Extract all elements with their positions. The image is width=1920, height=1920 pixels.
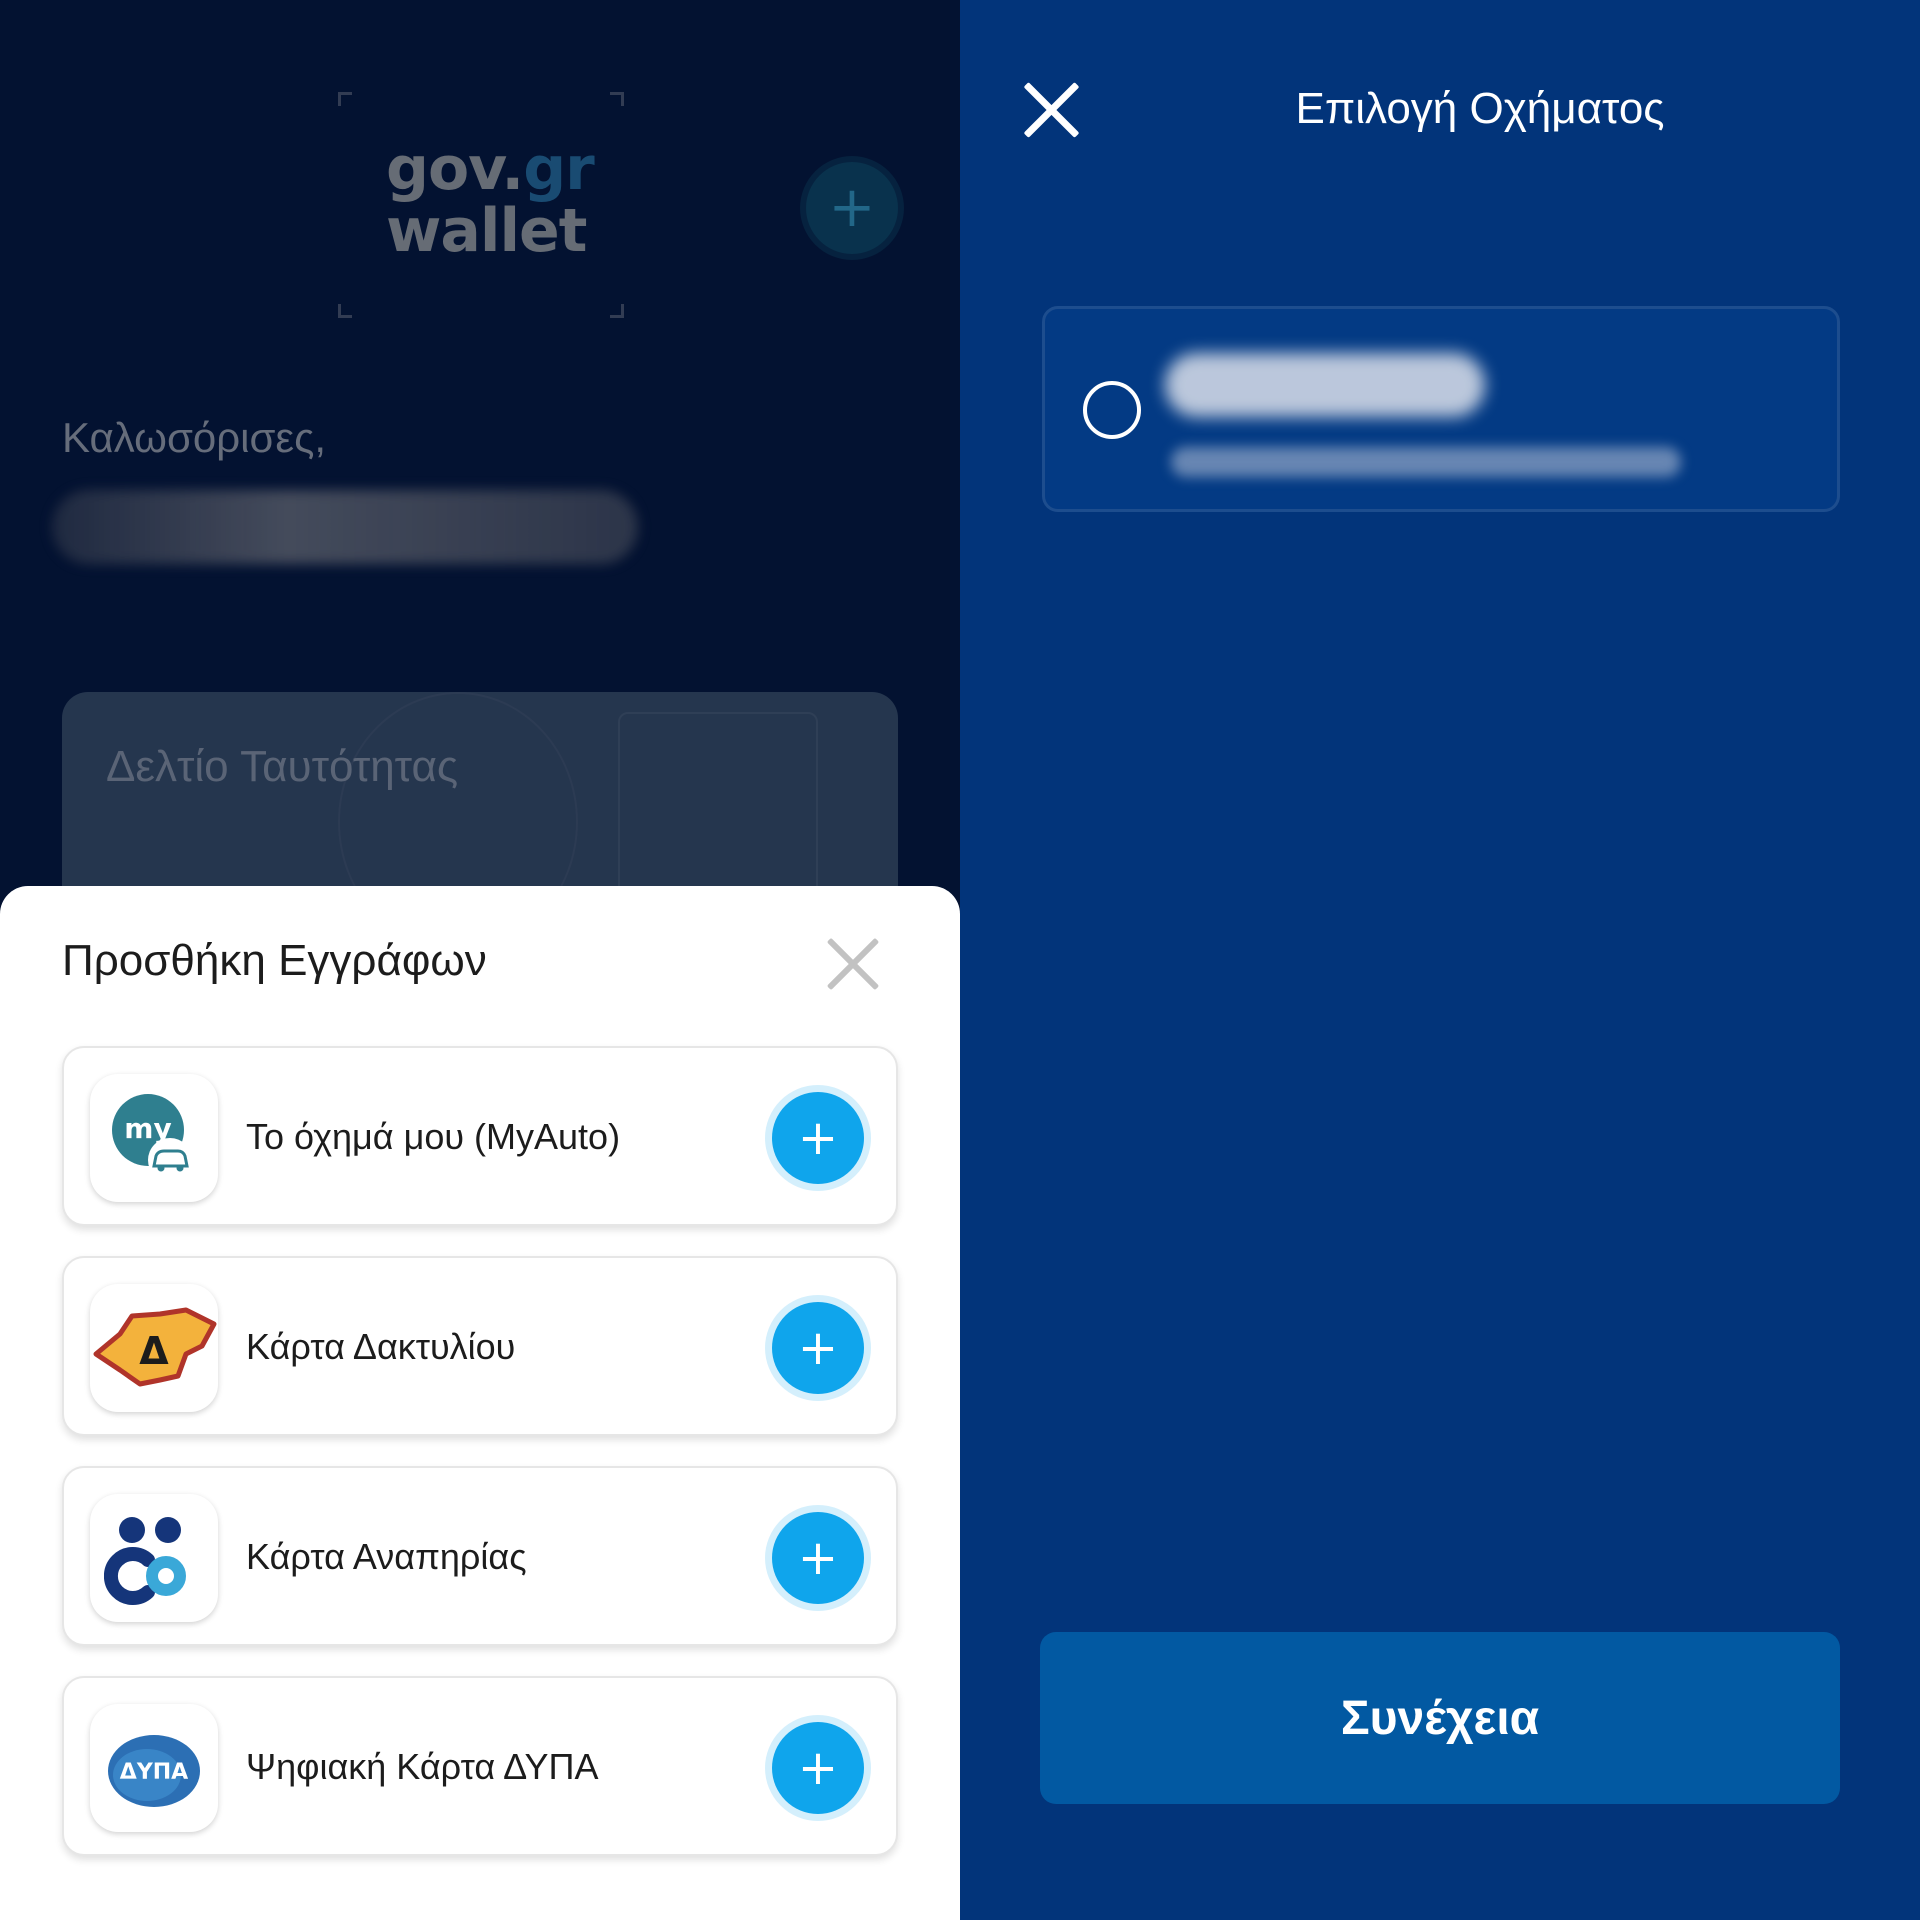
- add-disability-card-button[interactable]: +: [772, 1512, 864, 1604]
- plus-icon: +: [828, 175, 876, 240]
- plus-icon: +: [797, 1530, 839, 1586]
- document-item-ring-card[interactable]: Δ Κάρτα Δακτυλίου +: [62, 1256, 898, 1436]
- page-title: Επιλογή Οχήματος: [1295, 84, 1665, 133]
- close-icon[interactable]: [814, 926, 890, 1002]
- dypa-icon-text: ΔΥΠΑ: [120, 1760, 188, 1785]
- vehicle-option[interactable]: [1042, 306, 1840, 512]
- ring-icon-text: Δ: [139, 1329, 169, 1373]
- id-card-title: Δελτίο Ταυτότητας: [106, 742, 459, 791]
- ring-road-card-icon: Δ: [90, 1284, 218, 1412]
- add-dypa-card-button[interactable]: +: [772, 1722, 864, 1814]
- document-item-myauto[interactable]: my Το όχημά μου (MyAuto) +: [62, 1046, 898, 1226]
- logo-gr: gr: [523, 134, 595, 204]
- document-label: Ψηφιακή Κάρτα ΔΥΠΑ: [246, 1746, 599, 1787]
- document-label: Κάρτα Αναπηρίας: [246, 1536, 527, 1577]
- redacted-vehicle-name: [1165, 353, 1485, 417]
- logo-corner: [610, 92, 624, 106]
- add-ring-card-button[interactable]: +: [772, 1302, 864, 1394]
- logo-corner: [610, 304, 624, 318]
- document-label: Κάρτα Δακτυλίου: [246, 1326, 516, 1367]
- logo-text: gov.gr wallet: [386, 138, 595, 262]
- logo-corner: [338, 92, 352, 106]
- sheet-title: Προσθήκη Εγγράφων: [62, 936, 487, 985]
- add-document-button[interactable]: +: [806, 162, 898, 254]
- welcome-text: Καλωσόρισες,: [62, 414, 326, 461]
- radio-button[interactable]: [1083, 381, 1141, 439]
- wallet-home-screen: gov.gr wallet + Καλωσόρισες, Δελτίο Ταυτ…: [0, 0, 960, 1920]
- gov-gr-wallet-logo: gov.gr wallet: [338, 92, 624, 318]
- logo-gov: gov.: [386, 134, 524, 204]
- logo-wallet: wallet: [386, 196, 587, 266]
- disability-card-icon: [90, 1494, 218, 1622]
- plus-icon: +: [797, 1740, 839, 1796]
- document-item-disability-card[interactable]: Κάρτα Αναπηρίας +: [62, 1466, 898, 1646]
- redacted-user-name: [52, 490, 638, 564]
- plus-icon: +: [797, 1320, 839, 1376]
- add-documents-sheet: Προσθήκη Εγγράφων my Το όχημά μου (MyAut…: [0, 886, 960, 1920]
- dypa-card-icon: ΔΥΠΑ: [90, 1704, 218, 1832]
- document-item-dypa-card[interactable]: ΔΥΠΑ Ψηφιακή Κάρτα ΔΥΠΑ +: [62, 1676, 898, 1856]
- continue-button[interactable]: Συνέχεια: [1040, 1632, 1840, 1804]
- add-myauto-button[interactable]: +: [772, 1092, 864, 1184]
- redacted-vehicle-details: [1171, 447, 1681, 477]
- myauto-icon: my: [90, 1074, 218, 1202]
- document-label: Το όχημά μου (MyAuto): [246, 1116, 621, 1157]
- plus-icon: +: [797, 1110, 839, 1166]
- vehicle-selection-screen: Επιλογή Οχήματος Συνέχεια: [960, 0, 1920, 1920]
- logo-corner: [338, 304, 352, 318]
